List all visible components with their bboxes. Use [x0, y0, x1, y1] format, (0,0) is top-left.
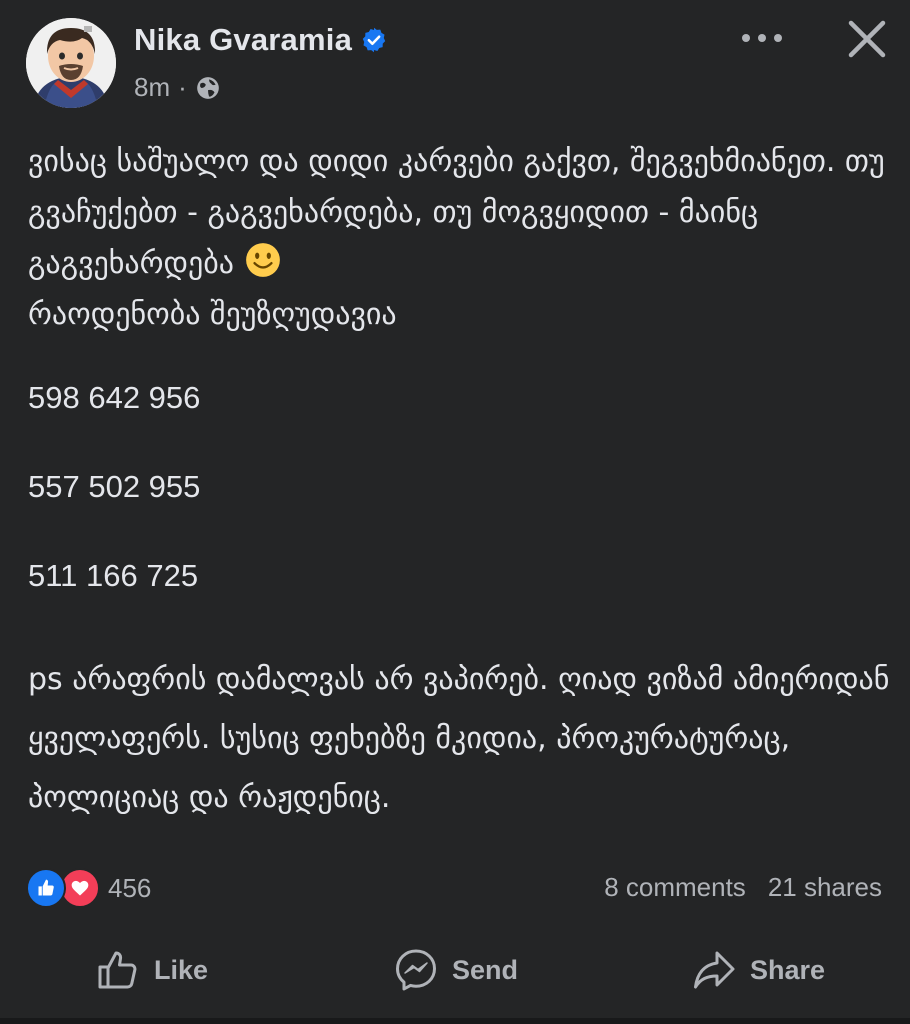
like-label: Like: [154, 954, 209, 985]
phone-number-2[interactable]: 557 502 955: [28, 469, 200, 505]
love-reaction-icon: [60, 868, 100, 908]
post-text-main: ვისაც საშუალო და დიდი კარვები გაქვთ, შეგ…: [28, 144, 895, 281]
more-dots-icon: [742, 34, 782, 42]
shares-count-link[interactable]: 21 shares: [768, 872, 882, 903]
post-time[interactable]: 8m: [134, 72, 170, 103]
post-header: Nika Gvaramia 8m ·: [0, 0, 910, 120]
post-stats-bar: 456 8 comments 21 shares: [0, 862, 910, 914]
phone-number-1[interactable]: 598 642 956: [28, 380, 200, 416]
send-label: Send: [452, 954, 519, 985]
post-ps-text: ps არაფრის დამალვას არ ვაპირებ. ღიად ვიზ…: [28, 662, 890, 815]
engagement-counts: 8 comments 21 shares: [604, 872, 882, 903]
reaction-count: 456: [108, 872, 152, 903]
smiling-face-emoji-icon: [245, 243, 280, 277]
like-button[interactable]: Like: [96, 948, 208, 992]
avatar-illustration: [26, 18, 116, 108]
verified-badge-icon: [362, 27, 386, 53]
post-meta: 8m ·: [134, 72, 221, 103]
comments-count-link[interactable]: 8 comments: [604, 872, 746, 903]
post-text-paragraph: ვისაც საშუალო და დიდი კარვები გაქვთ, შეგ…: [28, 136, 888, 340]
send-button[interactable]: Send: [394, 948, 518, 992]
author-name[interactable]: Nika Gvaramia: [134, 22, 352, 58]
heart-glyph: [71, 880, 89, 896]
author-row: Nika Gvaramia: [134, 22, 388, 58]
meta-separator: ·: [178, 72, 187, 102]
close-button[interactable]: [842, 14, 892, 64]
post-text-end: რაოდენობა შეუზღუდავია: [28, 297, 397, 332]
thumbs-up-icon: [98, 951, 137, 989]
post-body: ვისაც საშუალო და დიდი კარვები გაქვთ, შეგ…: [28, 136, 888, 340]
share-label: Share: [750, 954, 826, 985]
phone-number-3[interactable]: 511 166 725: [28, 558, 198, 594]
post-actions-bar: Like Send Share: [0, 930, 910, 1014]
more-options-button[interactable]: [736, 24, 788, 52]
globe-icon: [196, 76, 219, 99]
author-avatar[interactable]: [26, 18, 116, 108]
like-reaction-icon: [26, 868, 66, 908]
share-arrow-icon: [694, 951, 735, 989]
reactions-summary[interactable]: 456: [26, 868, 151, 908]
share-button[interactable]: Share: [692, 948, 825, 992]
bottom-divider: [0, 1018, 910, 1024]
close-icon: [848, 20, 886, 58]
thumbs-up-glyph: [38, 879, 54, 896]
messenger-icon: [396, 949, 436, 991]
